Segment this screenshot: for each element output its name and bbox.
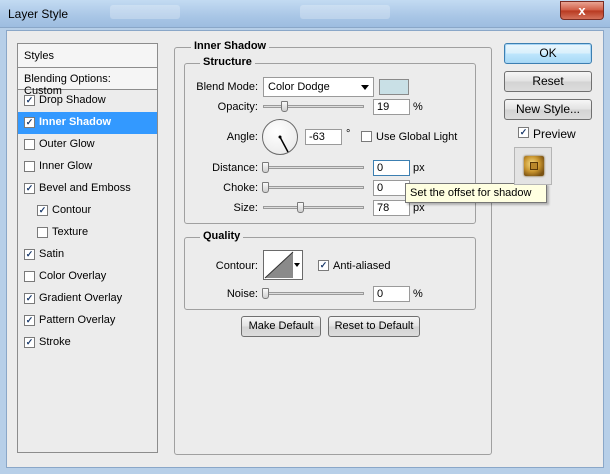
anti-aliased-label: Anti-aliased — [333, 260, 391, 272]
reset-to-default-button[interactable]: Reset to Default — [328, 316, 420, 337]
distance-label: Distance: — [212, 162, 258, 174]
reset-button[interactable]: Reset — [504, 71, 592, 92]
chevron-down-icon — [361, 85, 369, 90]
choke-label: Choke: — [223, 182, 258, 194]
gradient-overlay-checkbox[interactable]: ✓ — [24, 293, 35, 304]
inner-shadow-checkbox[interactable]: ✓ — [24, 117, 35, 128]
style-item-inner-glow[interactable]: Inner Glow — [18, 156, 157, 178]
make-default-button[interactable]: Make Default — [241, 316, 321, 337]
shadow-color-swatch[interactable] — [379, 79, 409, 95]
style-item-label: Texture — [52, 226, 89, 238]
titlebar-reflection — [110, 5, 180, 19]
style-item-label: Bevel and Emboss — [39, 182, 131, 194]
size-slider-track[interactable] — [263, 206, 364, 209]
style-item-label: Color Overlay — [39, 270, 107, 282]
distance-slider-thumb[interactable] — [262, 162, 269, 173]
style-item-texture[interactable]: Texture — [18, 222, 157, 244]
drop-shadow-checkbox[interactable]: ✓ — [24, 95, 35, 106]
blend-mode-label: Blend Mode: — [196, 81, 258, 93]
blend-mode-select[interactable]: Color Dodge — [263, 77, 374, 97]
styles-list: Styles Blending Options: Custom ✓ Drop S… — [17, 43, 158, 453]
bevel-and-emboss-checkbox[interactable]: ✓ — [24, 183, 35, 194]
noise-unit: % — [413, 288, 423, 300]
size-unit: px — [413, 202, 425, 214]
structure-title: Structure — [200, 56, 255, 68]
distance-input[interactable]: 0 — [373, 160, 410, 176]
use-global-light-checkbox[interactable] — [361, 131, 372, 142]
color-overlay-checkbox[interactable] — [24, 271, 35, 282]
blending-options-item[interactable]: Blending Options: Custom — [18, 68, 157, 97]
preview-label: Preview — [533, 127, 576, 141]
preview-checkbox[interactable]: ✓ — [518, 127, 529, 138]
style-item-label: Inner Glow — [39, 160, 93, 172]
opacity-slider-thumb[interactable] — [281, 101, 288, 112]
inner-glow-checkbox[interactable] — [24, 161, 35, 172]
style-item-label: Drop Shadow — [39, 94, 106, 106]
style-item-label: Gradient Overlay — [39, 292, 123, 304]
new-style-button[interactable]: New Style... — [504, 99, 592, 120]
preview-swatch — [524, 156, 544, 176]
style-item-label: Satin — [39, 248, 65, 260]
noise-label: Noise: — [226, 288, 258, 300]
inner-shadow-title: Inner Shadow — [191, 40, 270, 52]
titlebar-reflection — [300, 5, 390, 19]
distance-unit: px — [413, 162, 425, 174]
ok-button[interactable]: OK — [504, 43, 592, 64]
contour-label: Contour: — [215, 260, 258, 272]
size-label: Size: — [233, 202, 258, 214]
noise-input[interactable]: 0 — [373, 286, 410, 302]
choke-slider-thumb[interactable] — [262, 182, 269, 193]
noise-slider-track[interactable] — [263, 292, 364, 295]
contour-curve-icon — [264, 251, 294, 279]
preview-thumbnail — [514, 147, 552, 185]
texture-checkbox[interactable] — [37, 227, 48, 238]
use-global-light-label: Use Global Light — [376, 131, 458, 143]
contour-checkbox[interactable]: ✓ — [37, 205, 48, 216]
opacity-unit: % — [413, 101, 423, 113]
window-title: Layer Style — [8, 7, 69, 21]
style-item-gradient-overlay[interactable]: ✓ Gradient Overlay — [18, 288, 157, 310]
noise-slider-thumb[interactable] — [262, 288, 269, 299]
angle-unit: ° — [346, 128, 351, 140]
choke-slider-track[interactable] — [263, 186, 364, 189]
style-item-stroke[interactable]: ✓ Stroke — [18, 332, 157, 354]
angle-label: Angle: — [226, 131, 258, 143]
close-button[interactable]: x — [560, 1, 604, 20]
quality-title: Quality — [200, 230, 244, 242]
style-item-contour[interactable]: ✓ Contour — [18, 200, 157, 222]
chevron-down-icon — [294, 263, 300, 267]
angle-dial[interactable] — [262, 119, 298, 155]
style-item-pattern-overlay[interactable]: ✓ Pattern Overlay — [18, 310, 157, 332]
close-icon: x — [578, 3, 586, 18]
contour-picker[interactable] — [263, 250, 303, 280]
distance-slider-track[interactable] — [263, 166, 364, 169]
style-item-color-overlay[interactable]: Color Overlay — [18, 266, 157, 288]
angle-dial-needle — [278, 135, 289, 153]
style-item-inner-shadow[interactable]: ✓ Inner Shadow — [18, 112, 157, 134]
size-slider-thumb[interactable] — [297, 202, 304, 213]
style-item-label: Pattern Overlay — [39, 314, 116, 326]
pattern-overlay-checkbox[interactable]: ✓ — [24, 315, 35, 326]
anti-aliased-checkbox[interactable]: ✓ — [318, 260, 329, 271]
style-item-bevel-and-emboss[interactable]: ✓ Bevel and Emboss — [18, 178, 157, 200]
style-item-label: Inner Shadow — [39, 116, 112, 128]
tooltip: Set the offset for shadow — [405, 183, 547, 203]
stroke-checkbox[interactable]: ✓ — [24, 337, 35, 348]
outer-glow-checkbox[interactable] — [24, 139, 35, 150]
styles-header[interactable]: Styles — [18, 44, 157, 68]
satin-checkbox[interactable]: ✓ — [24, 249, 35, 260]
style-item-label: Stroke — [39, 336, 71, 348]
preview-inner-square — [530, 162, 538, 170]
style-item-label: Outer Glow — [39, 138, 95, 150]
title-bar[interactable]: Layer Style x — [0, 0, 610, 28]
opacity-label: Opacity: — [217, 101, 258, 113]
style-item-drop-shadow[interactable]: ✓ Drop Shadow — [18, 90, 157, 112]
blend-mode-value: Color Dodge — [268, 81, 330, 93]
opacity-slider-track[interactable] — [263, 105, 364, 108]
style-item-satin[interactable]: ✓ Satin — [18, 244, 157, 266]
style-item-label: Contour — [52, 204, 92, 216]
angle-input[interactable]: -63 — [305, 129, 342, 145]
style-item-outer-glow[interactable]: Outer Glow — [18, 134, 157, 156]
opacity-input[interactable]: 19 — [373, 99, 410, 115]
